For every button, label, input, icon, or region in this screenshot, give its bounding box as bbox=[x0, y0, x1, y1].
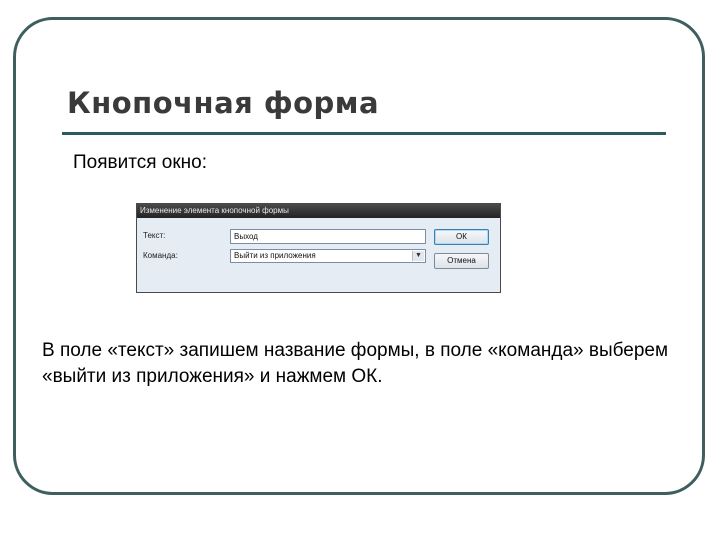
switchboard-item-dialog: Изменение элемента кнопочной формы Текст… bbox=[136, 203, 501, 293]
chevron-down-icon[interactable]: ▼ bbox=[412, 251, 424, 261]
command-select[interactable]: Выйти из приложения ▼ bbox=[230, 249, 426, 263]
dialog-titlebar: Изменение элемента кнопочной формы bbox=[137, 204, 500, 218]
ok-button[interactable]: ОК bbox=[434, 229, 489, 245]
cancel-button[interactable]: Отмена bbox=[434, 253, 489, 269]
instruction-text: В поле «текст» запишем название формы, в… bbox=[42, 340, 669, 387]
title-underline bbox=[62, 132, 666, 135]
slide-subtitle: Появится окно: bbox=[73, 152, 207, 173]
text-field-label: Текст: bbox=[143, 231, 166, 240]
slide-title: Кнопочная форма bbox=[67, 86, 380, 120]
text-input[interactable] bbox=[230, 229, 426, 244]
command-field-label: Команда: bbox=[143, 251, 178, 260]
command-select-value: Выйти из приложения bbox=[234, 251, 316, 260]
